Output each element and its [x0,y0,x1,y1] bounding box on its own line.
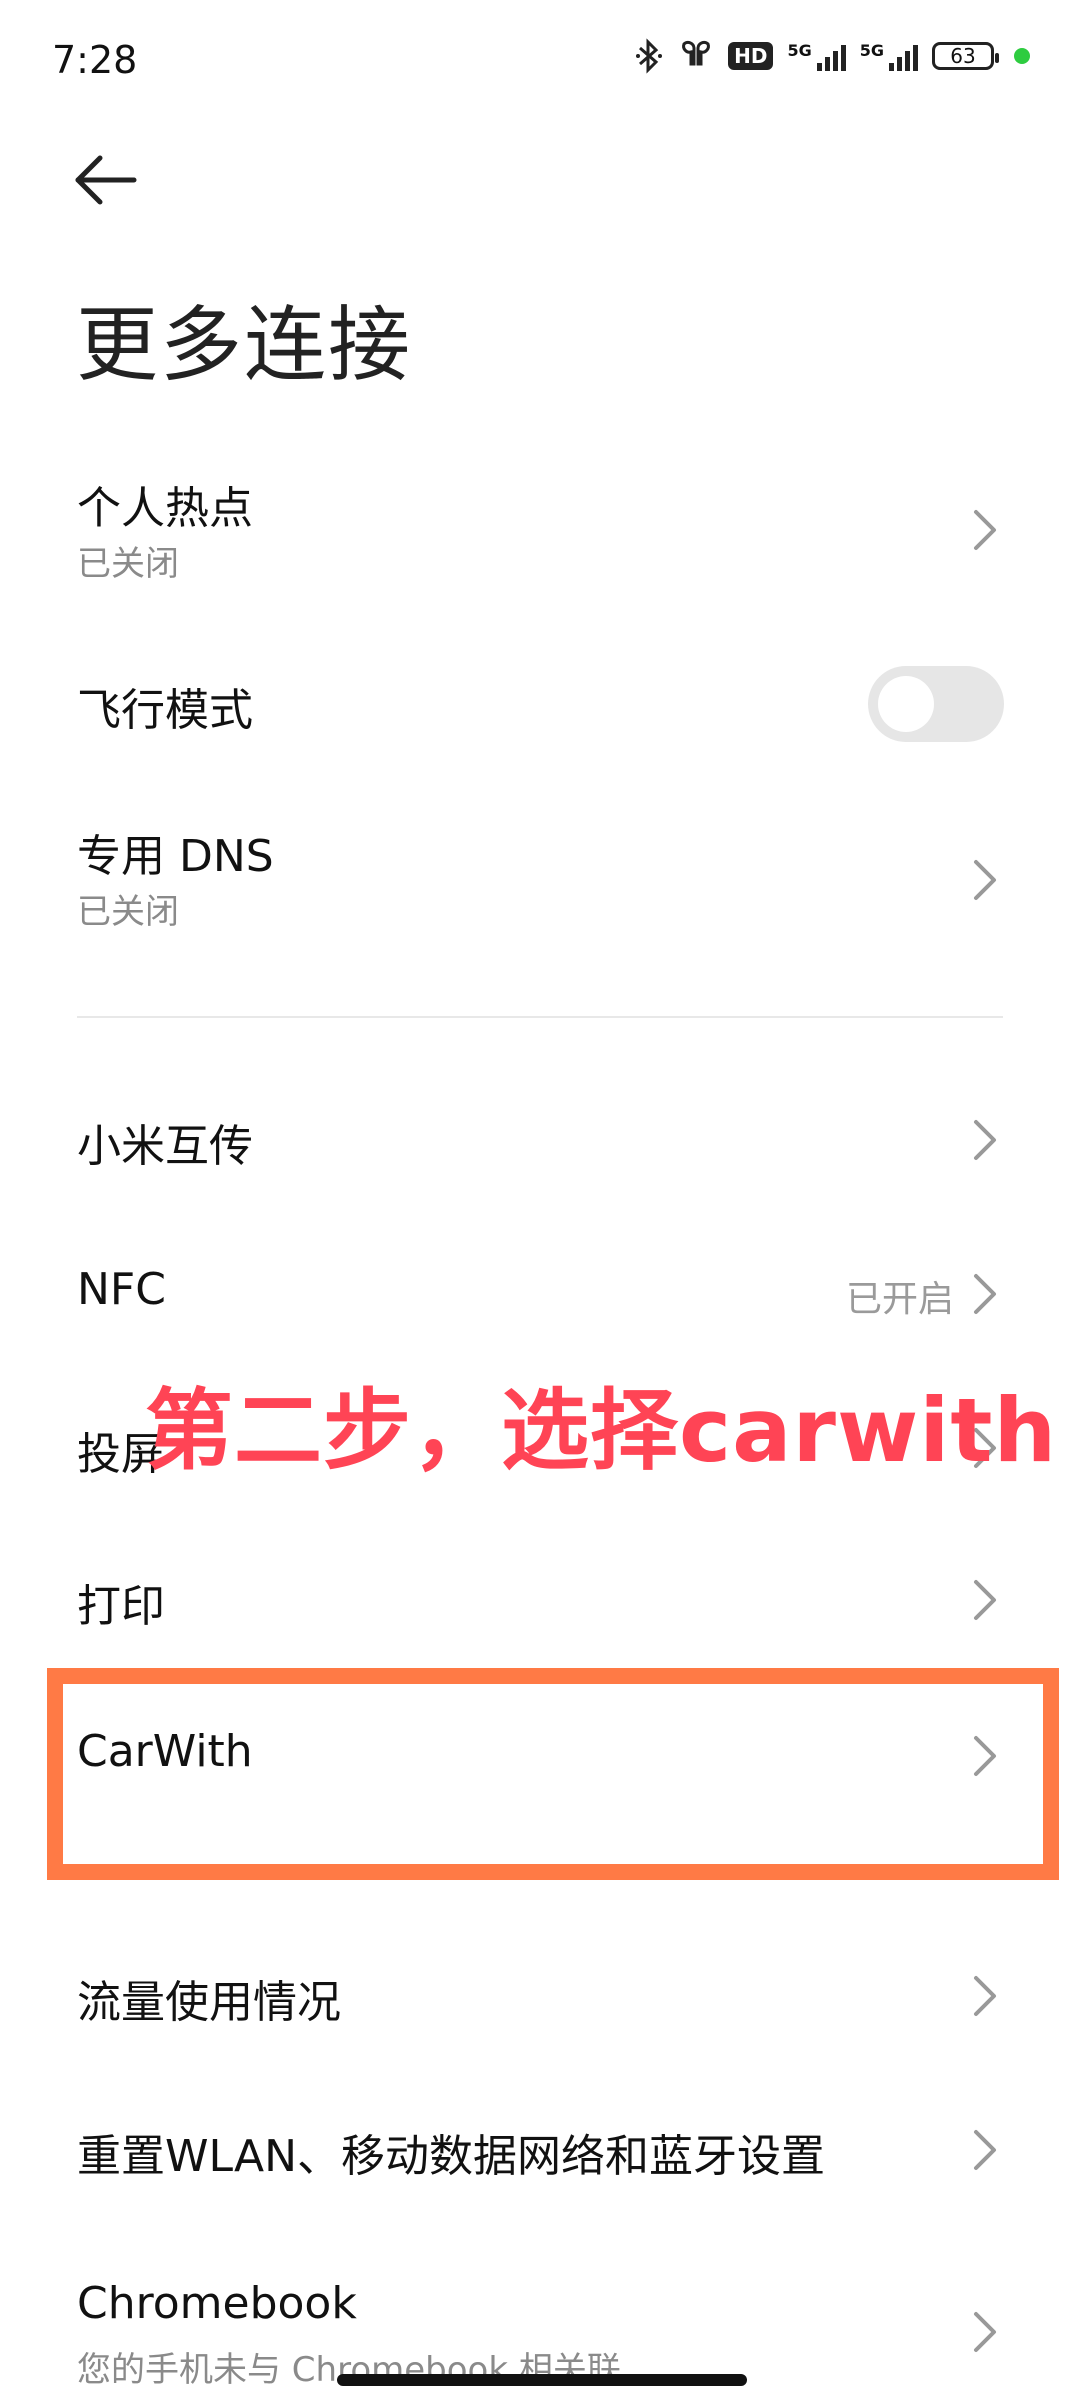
back-button[interactable] [70,150,150,210]
chevron-right-icon [974,1580,996,1620]
hotspot-title: 个人热点 [77,483,253,534]
reset-network-row[interactable]: 重置WLAN、移动数据网络和蓝牙设置 [0,2110,1080,2190]
chevron-right-icon [974,2130,996,2170]
signal-sim1-icon: 5G [787,41,846,71]
chevron-right-icon [974,860,996,900]
battery-icon: 63 [932,42,999,70]
instruction-annotation: 第二步，选择carwith [145,1379,1058,1482]
private-dns-status: 已关闭 [77,892,179,932]
nfc-title: NFC [77,1264,166,1315]
data-usage-title: 流量使用情况 [77,1977,341,2028]
print-row[interactable]: 打印 [0,1560,1080,1640]
status-icons: HD 5G 5G 63 [634,38,1030,74]
mi-share-title: 小米互传 [77,1121,253,1172]
hotspot-status: 已关闭 [77,544,179,584]
hotspot-row[interactable]: 个人热点 已关闭 [0,460,1080,600]
private-dns-row[interactable]: 专用 DNS 已关闭 [0,808,1080,948]
airplane-mode-title: 飞行模式 [77,685,253,736]
status-bar: 7:28 HD 5G 5G 63 [0,0,1080,120]
status-time: 7:28 [52,38,138,82]
hd-voice-icon: HD [728,42,774,70]
airplane-mode-row[interactable]: 飞行模式 [0,660,1080,760]
reset-network-title: 重置WLAN、移动数据网络和蓝牙设置 [77,2131,826,2182]
data-usage-row[interactable]: 流量使用情况 [0,1956,1080,2036]
toggle-knob [878,676,934,732]
chevron-right-icon [974,1976,996,2016]
page-title: 更多连接 [76,298,413,393]
chevron-right-icon [974,2312,996,2352]
earbuds-icon [678,38,714,74]
nfc-row[interactable]: NFC 已开启 [0,1254,1080,1334]
section-divider [77,1016,1003,1018]
privacy-indicator-dot [1014,48,1030,64]
nfc-status: 已开启 [845,1279,954,1320]
home-indicator[interactable] [337,2374,747,2386]
highlight-box [47,1668,1059,1880]
print-title: 打印 [77,1581,165,1632]
airplane-mode-toggle[interactable] [868,666,1004,742]
chromebook-title: Chromebook [77,2278,357,2329]
bluetooth-icon [634,38,664,74]
signal-sim2-icon: 5G [860,41,918,71]
chevron-right-icon [974,1120,996,1160]
private-dns-title: 专用 DNS [77,831,274,882]
chevron-right-icon [974,1274,996,1314]
chevron-right-icon [974,510,996,550]
mi-share-row[interactable]: 小米互传 [0,1100,1080,1180]
